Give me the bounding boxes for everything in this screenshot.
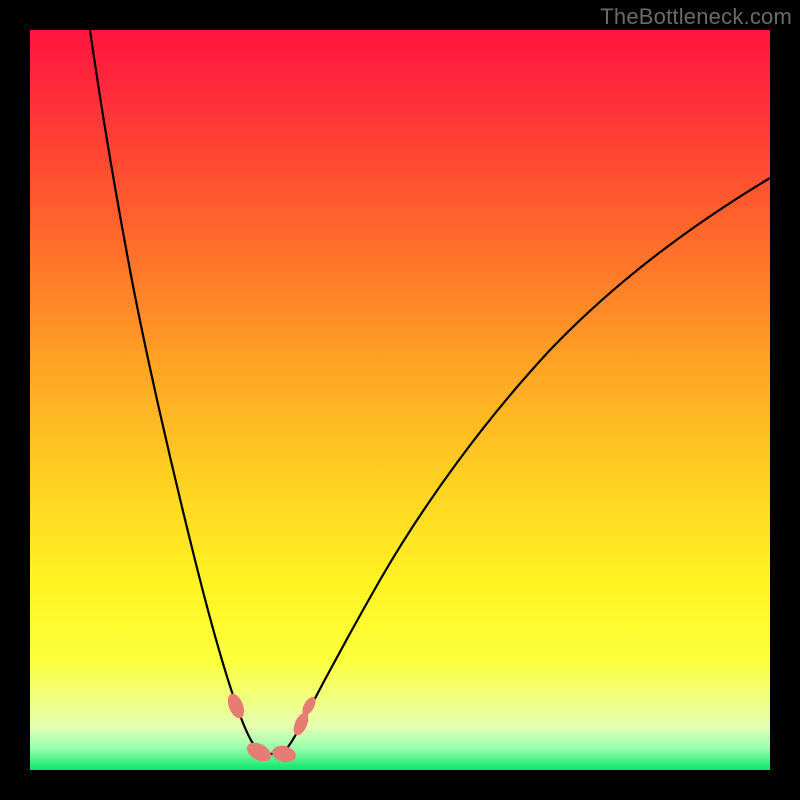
marker-1	[244, 739, 274, 765]
left-branch-path	[90, 30, 262, 753]
marker-0	[225, 691, 248, 720]
right-branch-path	[282, 178, 770, 753]
curve-layer	[30, 30, 770, 770]
marker-2	[270, 743, 297, 764]
marker-3	[291, 711, 312, 738]
plot-area	[30, 30, 770, 770]
attribution-text: TheBottleneck.com	[600, 4, 792, 30]
